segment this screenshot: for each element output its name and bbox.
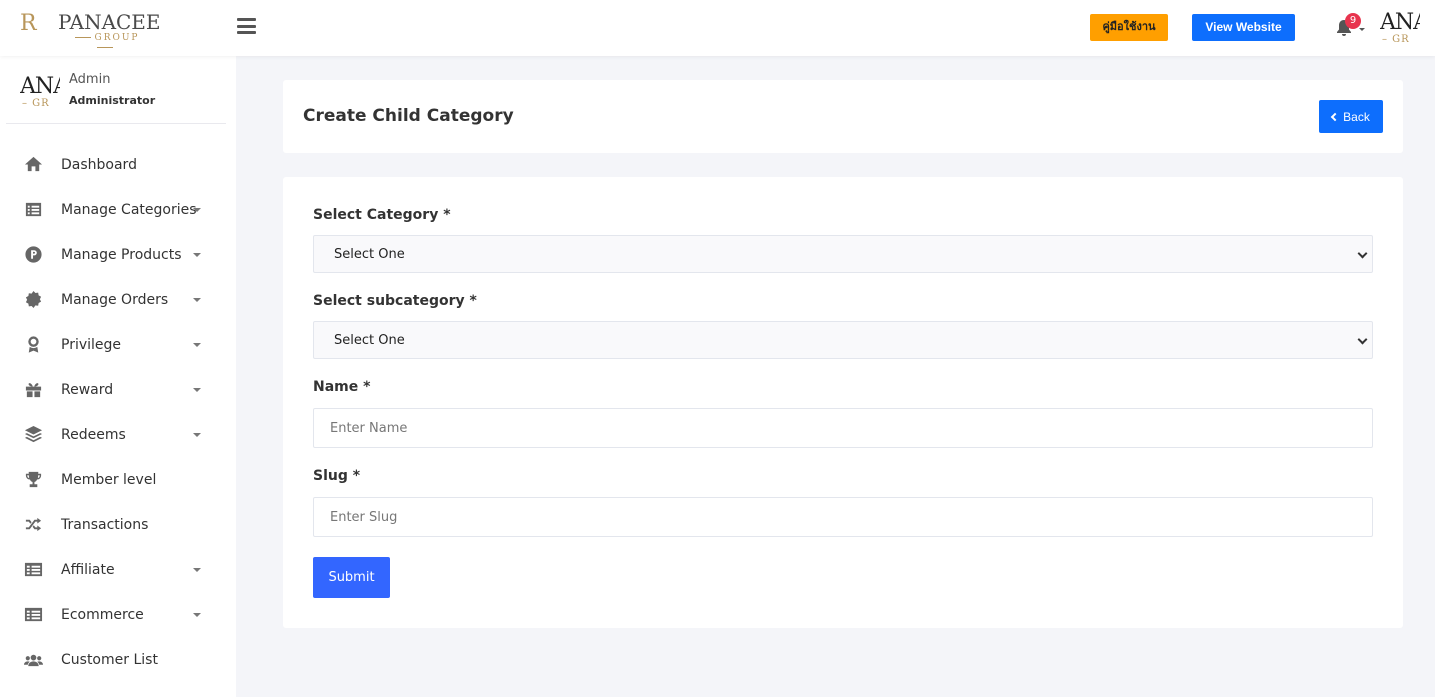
sidebar-item-transactions[interactable]: Transactions [0,502,236,547]
create-child-category-form: Select Category * Select One Select subc… [283,177,1403,628]
sidebar-item-label: Manage Orders [61,291,169,308]
shuffle-icon [22,514,44,536]
sidebar-item-affiliate[interactable]: Affiliate [0,547,236,592]
gift-icon [22,379,44,401]
sidebar-item-label: Ecommerce [61,606,144,623]
profile-avatar-text: ANA [20,74,60,99]
slug-label: Slug * [313,468,361,484]
category-select[interactable]: Select One [313,235,1373,273]
card-list-icon [22,559,44,581]
manual-button[interactable]: คู่มือใช้งาน [1090,14,1168,41]
sidebar-item-label: Dashboard [61,156,137,173]
slug-input[interactable] [313,497,1373,537]
chevron-down-icon[interactable] [1359,28,1365,31]
award-icon [22,334,44,356]
home-icon [22,154,44,176]
top-header: R PANACEE GROUP คู่มือใช้งาน View Websit… [0,0,1435,56]
page-title: Create Child Category [303,106,514,126]
logo-wordmark: PANACEE [58,10,161,34]
back-button-label: Back [1343,109,1370,124]
subcategory-select[interactable]: Select One [313,321,1373,359]
subcategory-select-value: Select One [334,332,405,348]
chevron-down-icon [193,613,201,617]
sidebar-item-label: Manage Products [61,246,182,263]
chevron-down-icon [193,433,201,437]
sidebar-menu: Dashboard Manage Categories Manage Produ… [0,142,236,682]
page-header-card: Create Child Category Back [283,80,1403,153]
chevron-down-icon [193,388,201,392]
sidebar-item-label: Reward [61,381,114,398]
layers-icon [22,424,44,446]
logo-monogram: R [20,11,37,36]
sidebar-item-label: Member level [61,471,157,488]
chevron-down-icon [193,343,201,347]
profile-avatar: ANA – GR [20,74,60,110]
user-avatar[interactable]: ANA – GR [1380,10,1420,46]
sidebar-item-dashboard[interactable]: Dashboard [0,142,236,187]
sidebar-item-manage-categories[interactable]: Manage Categories [0,187,236,232]
name-label: Name * [313,379,371,395]
sidebar-item-label: Privilege [61,336,122,353]
card-list-icon [22,604,44,626]
sidebar-item-ecommerce[interactable]: Ecommerce [0,592,236,637]
list-icon [22,199,44,221]
sidebar-item-redeems[interactable]: Redeems [0,412,236,457]
trophy-icon [22,469,44,491]
subcategory-label: Select subcategory * [313,293,477,309]
sidebar-item-reward[interactable]: Reward [0,367,236,412]
profile-name: Admin [69,72,111,87]
chevron-down-icon [193,298,201,302]
category-select-value: Select One [334,246,405,262]
chevron-down-icon [193,253,201,257]
profile-avatar-subtext: – GR [22,98,50,109]
name-input[interactable] [313,408,1373,448]
chevron-down-icon [193,208,201,212]
sidebar-item-label: Customer List [61,651,158,668]
chevron-down-icon [1357,334,1368,345]
profile-block: ANA – GR Admin Administrator [6,56,226,124]
avatar-text: ANA [1380,10,1420,35]
logo-subtitle: GROUP [60,33,150,53]
users-icon [22,649,44,671]
chevron-down-icon [1357,248,1368,259]
notification-badge: 9 [1345,13,1361,29]
chevron-down-icon [193,568,201,572]
sidebar-item-label: Transactions [61,516,149,533]
back-button[interactable]: Back [1319,100,1383,133]
sidebar-item-manage-orders[interactable]: Manage Orders [0,277,236,322]
profile-role: Administrator [69,94,156,107]
avatar-subtext: – GR [1382,34,1410,45]
chevron-left-icon [1330,112,1340,122]
badge-icon [22,289,44,311]
category-label: Select Category * [313,207,451,223]
sidebar-item-customer-list[interactable]: Customer List [0,637,236,682]
submit-button[interactable]: Submit [313,557,390,598]
sidebar-item-label: Affiliate [61,561,115,578]
sidebar-item-manage-products[interactable]: Manage Products [0,232,236,277]
sidebar-item-label: Redeems [61,426,126,443]
sidebar-item-member-level[interactable]: Member level [0,457,236,502]
sidebar: ANA – GR Admin Administrator Dashboard M… [0,56,236,697]
hamburger-menu-icon[interactable] [237,18,256,34]
panacee-logo[interactable]: R PANACEE GROUP [20,9,161,47]
sidebar-item-label: Manage Categories [61,201,197,218]
sidebar-item-privilege[interactable]: Privilege [0,322,236,367]
view-website-button[interactable]: View Website [1192,14,1295,41]
product-p-icon [22,244,44,266]
